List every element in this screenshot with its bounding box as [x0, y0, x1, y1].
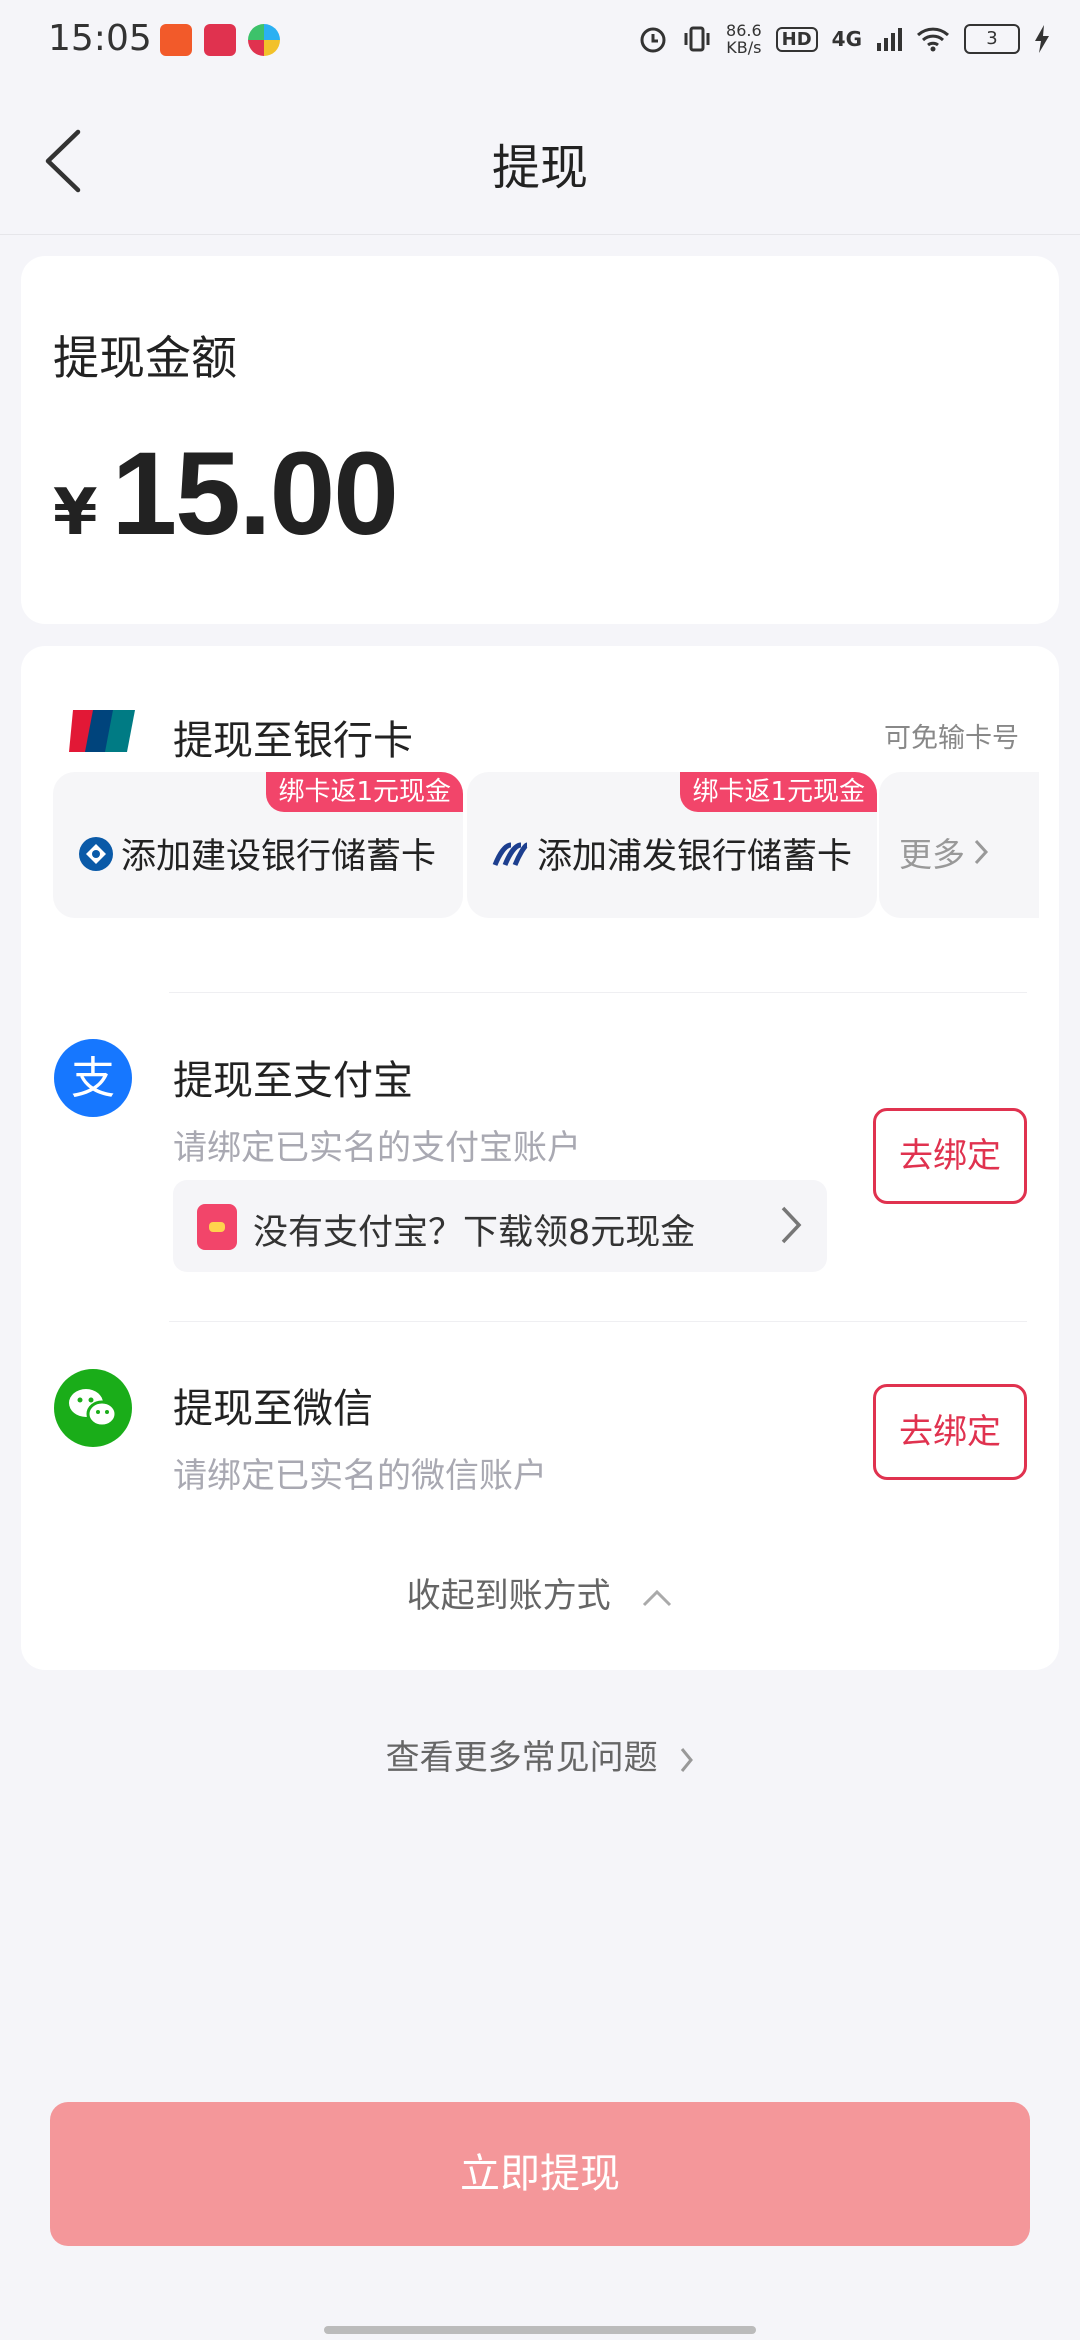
- faq-link[interactable]: 查看更多常见问题: [0, 1730, 1080, 1779]
- red-packet-icon: [197, 1204, 237, 1250]
- collapse-methods-toggle[interactable]: 收起到账方式: [21, 1568, 1059, 1617]
- bank-option-content: 添加建设银行储蓄卡: [77, 828, 436, 879]
- more-banks-content: 更多: [899, 828, 989, 876]
- cashback-badge: 绑卡返1元现金: [266, 772, 463, 812]
- alarm-icon: [640, 27, 666, 53]
- bank-option-content: 添加浦发银行储蓄卡: [491, 828, 852, 879]
- alipay-icon: 支: [54, 1039, 132, 1117]
- amount-value: 15.00: [111, 428, 399, 560]
- status-indicators: 86.6 KB/s HD 4G 3: [638, 22, 1050, 56]
- battery-icon: 3: [964, 24, 1020, 54]
- bank-method-title: 提现至银行卡: [173, 718, 413, 764]
- bank-option-label: 添加建设银行储蓄卡: [121, 837, 437, 877]
- app-notification-icon: [248, 24, 280, 56]
- net-speed: 86.6 KB/s: [726, 22, 762, 56]
- divider: [169, 992, 1027, 993]
- alipay-method-title: 提现至支付宝: [173, 1058, 413, 1104]
- alipay-method-subtitle: 请绑定已实名的支付宝账户: [173, 1128, 581, 1168]
- currency-symbol: ¥: [53, 476, 98, 550]
- withdraw-now-button[interactable]: 立即提现: [50, 2102, 1030, 2246]
- spdb-bank-icon: [492, 842, 529, 866]
- ccb-bank-icon: [79, 836, 113, 871]
- hd-badge: HD: [775, 26, 818, 52]
- unionpay-icon: [69, 710, 135, 752]
- divider: [169, 1321, 1027, 1322]
- alipay-download-promo[interactable]: 没有支付宝？下载领8元现金: [173, 1180, 827, 1272]
- home-indicator: [324, 2326, 756, 2334]
- cashback-badge: 绑卡返1元现金: [680, 772, 877, 812]
- wifi-icon: [916, 27, 950, 52]
- charging-icon: [1035, 25, 1049, 53]
- wechat-icon: [54, 1369, 132, 1447]
- svg-text:支: 支: [71, 1053, 115, 1104]
- bank-option-ccb[interactable]: 绑卡返1元现金 添加建设银行储蓄卡: [53, 772, 463, 918]
- amount-label: 提现金额: [53, 331, 237, 385]
- wechat-method-title: 提现至微信: [173, 1386, 373, 1432]
- bank-option-spdb[interactable]: 绑卡返1元现金 添加浦发银行储蓄卡: [467, 772, 877, 918]
- app-notification-icon: [204, 24, 236, 56]
- chevron-up-icon: [643, 1589, 672, 1606]
- chevron-right-icon: [781, 1206, 802, 1244]
- net-speed-value: 86.6: [726, 21, 762, 40]
- signal-icon: [877, 28, 902, 51]
- chevron-right-icon: [974, 839, 989, 865]
- more-banks-label: 更多: [899, 835, 965, 874]
- nav-header: 提现: [0, 84, 1080, 235]
- withdraw-methods-card: 提现至银行卡 可免输卡号 绑卡返1元现金 添加建设银行储蓄卡 绑卡返1元现金 添…: [21, 646, 1059, 1670]
- faq-label: 查看更多常见问题: [385, 1738, 658, 1778]
- amount-card: 提现金额 ¥ 15.00: [21, 256, 1059, 624]
- promo-text: 没有支付宝？下载领8元现金: [253, 1213, 696, 1253]
- net-speed-unit: KB/s: [726, 38, 762, 57]
- bank-option-label: 添加浦发银行储蓄卡: [537, 837, 853, 877]
- notification-icons: [160, 24, 280, 56]
- chevron-right-icon: [681, 1747, 694, 1772]
- no-card-number-note: 可免输卡号: [884, 723, 1019, 754]
- app-notification-icon: [160, 24, 192, 56]
- collapse-label: 收起到账方式: [406, 1576, 611, 1616]
- status-bar: 15:05 86.6 KB/s HD 4G 3: [0, 0, 1080, 84]
- page-title: 提现: [491, 140, 588, 196]
- amount-display: ¥ 15.00: [53, 426, 399, 562]
- network-type: 4G: [831, 27, 862, 51]
- status-time: 15:05: [48, 18, 152, 59]
- more-banks-button[interactable]: 更多: [879, 772, 1039, 918]
- vibrate-icon: [684, 26, 710, 52]
- wechat-method-subtitle: 请绑定已实名的微信账户: [173, 1456, 547, 1496]
- bind-wechat-button[interactable]: 去绑定: [873, 1384, 1027, 1480]
- bind-alipay-button[interactable]: 去绑定: [873, 1108, 1027, 1204]
